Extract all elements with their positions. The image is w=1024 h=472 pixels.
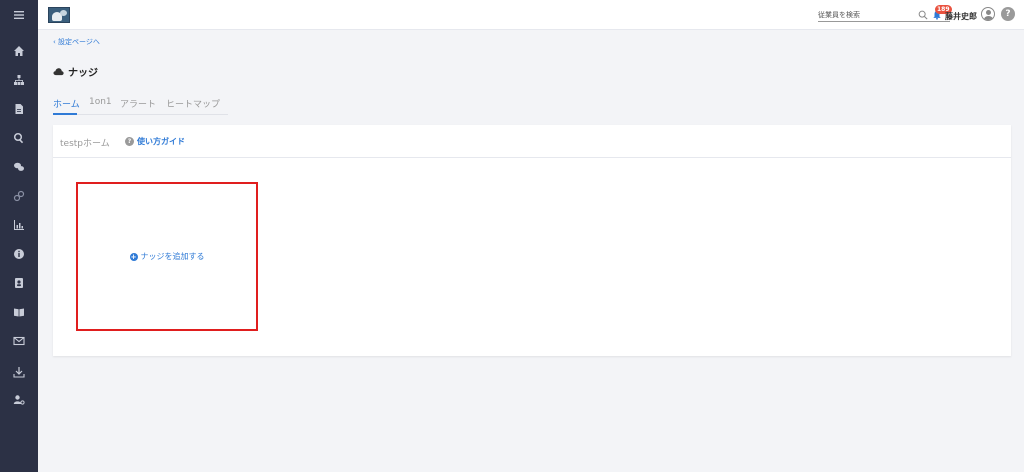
employee-search-input[interactable]: 従業員を検索 bbox=[818, 9, 950, 22]
link-icon[interactable] bbox=[0, 186, 38, 206]
user-settings-icon[interactable] bbox=[0, 390, 38, 410]
company-logo[interactable] bbox=[48, 7, 70, 23]
book-icon[interactable] bbox=[0, 302, 38, 322]
add-nudge-button[interactable]: + ナッジを追加する bbox=[129, 251, 205, 262]
chart-icon[interactable] bbox=[0, 215, 38, 235]
mail-icon[interactable] bbox=[0, 331, 38, 351]
tab-heatmap[interactable]: ヒートマップ bbox=[166, 97, 220, 110]
chat-icon[interactable] bbox=[0, 157, 38, 177]
nudge-card: testpホーム ? 使い方ガイド + ナッジを追加する bbox=[53, 125, 1011, 356]
page-title: ナッジ bbox=[53, 64, 98, 79]
usage-guide-link[interactable]: ? 使い方ガイド bbox=[125, 136, 185, 147]
add-nudge-area[interactable]: + ナッジを追加する bbox=[76, 182, 258, 331]
card-header: testpホーム ? 使い方ガイド bbox=[53, 125, 1011, 158]
contact-icon[interactable] bbox=[0, 273, 38, 293]
avatar[interactable] bbox=[981, 7, 995, 21]
info-icon[interactable] bbox=[0, 244, 38, 264]
card-title: testpホーム bbox=[60, 139, 110, 149]
search-icon[interactable] bbox=[918, 10, 928, 20]
download-icon[interactable] bbox=[0, 362, 38, 382]
usage-guide-label: 使い方ガイド bbox=[137, 137, 185, 146]
back-to-settings-link[interactable]: ‹ 設定ページへ bbox=[53, 37, 100, 47]
user-name[interactable]: 藤井史郎 bbox=[945, 11, 977, 22]
org-chart-icon[interactable] bbox=[0, 70, 38, 90]
tab-1on1[interactable]: 1on1 bbox=[89, 97, 112, 107]
tab-alert[interactable]: アラート bbox=[120, 97, 156, 110]
tab-bar: ホーム 1on1 アラート ヒートマップ bbox=[53, 97, 228, 115]
cloud-icon bbox=[53, 68, 64, 76]
question-icon: ? bbox=[125, 137, 134, 146]
search-icon[interactable] bbox=[0, 128, 38, 148]
home-icon[interactable] bbox=[0, 41, 38, 61]
sidebar bbox=[0, 0, 38, 472]
active-tab-indicator bbox=[53, 113, 77, 115]
tab-home[interactable]: ホーム bbox=[53, 97, 80, 110]
menu-icon[interactable] bbox=[0, 5, 38, 25]
add-nudge-label: ナッジを追加する bbox=[140, 252, 205, 261]
page-title-text: ナッジ bbox=[68, 68, 98, 79]
plus-circle-icon: + bbox=[129, 252, 138, 261]
document-icon[interactable] bbox=[0, 99, 38, 119]
help-icon[interactable]: ? bbox=[1001, 7, 1015, 21]
top-bar: 従業員を検索 189 藤井史郎 ? bbox=[38, 0, 1024, 30]
back-link-label: 設定ページへ bbox=[58, 38, 100, 46]
